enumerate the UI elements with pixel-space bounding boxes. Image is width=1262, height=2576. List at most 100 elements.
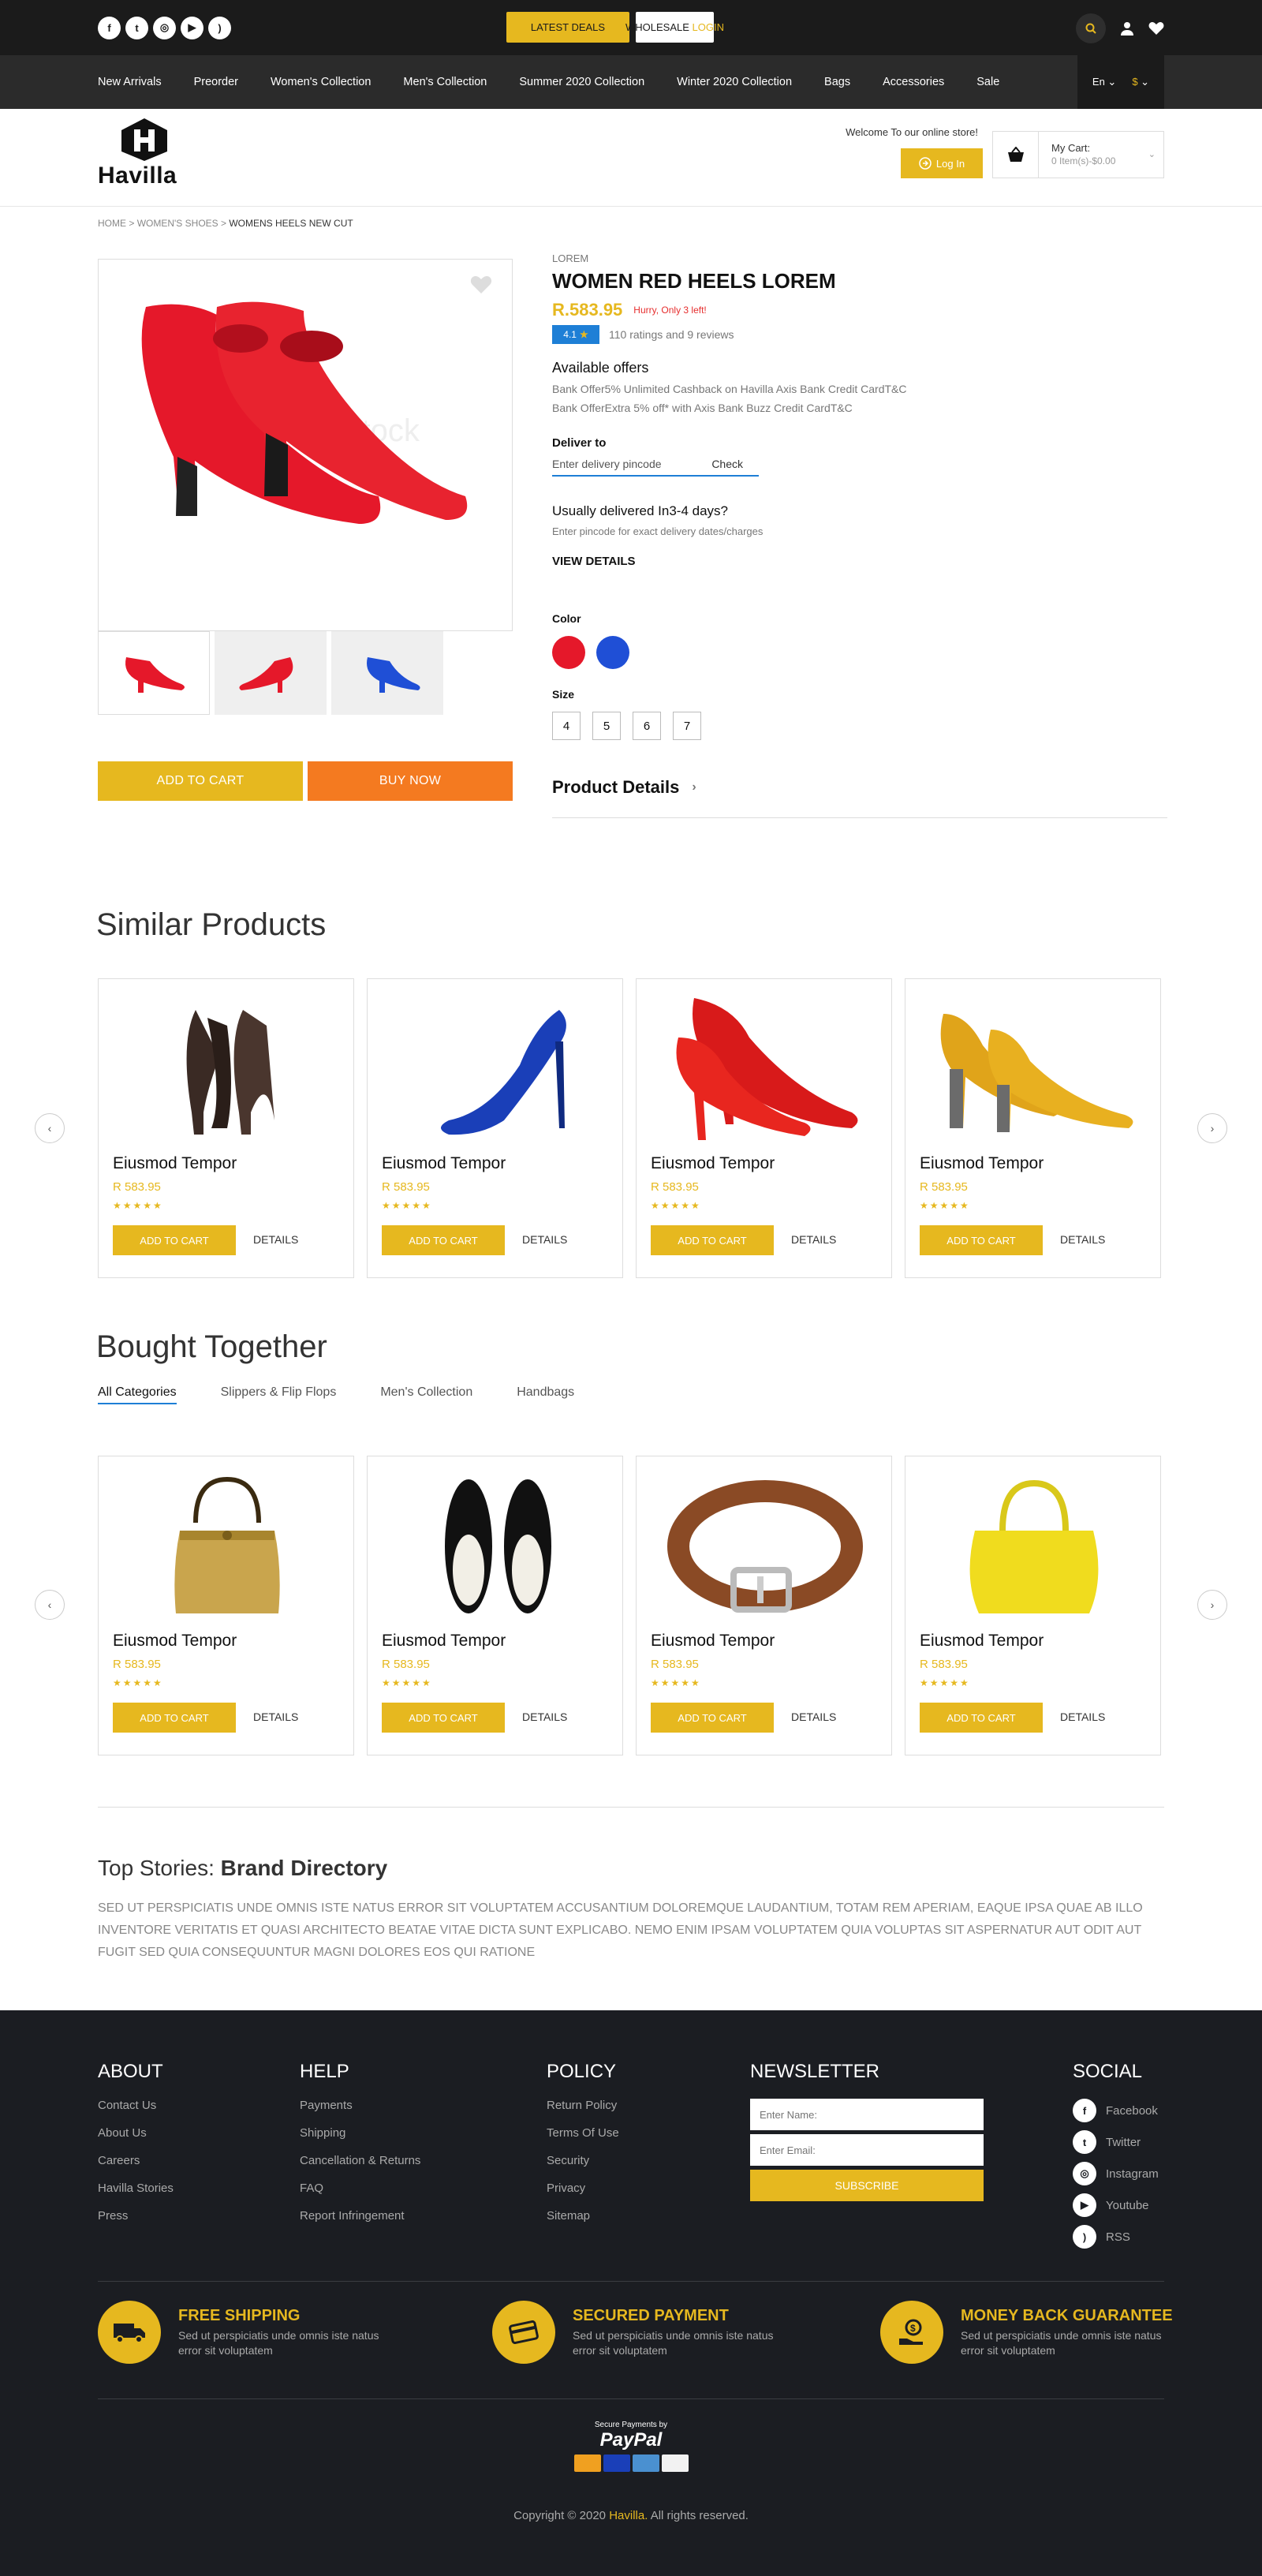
nav-sale[interactable]: Sale	[976, 76, 999, 88]
twitter-icon[interactable]: t	[125, 16, 148, 39]
product-card[interactable]: Eiusmod Tempor R 583.95 ★★★★★ ADD TO CAR…	[367, 1456, 623, 1755]
subscribe-button[interactable]: SUBSCRIBE	[750, 2170, 984, 2201]
social-youtube[interactable]: ▶ Youtube	[1073, 2193, 1159, 2217]
details-link[interactable]: DETAILS	[522, 1710, 567, 1723]
footer-link[interactable]: Cancellation & Returns	[300, 2154, 420, 2167]
product-name[interactable]: Eiusmod Tempor	[382, 1632, 506, 1651]
footer-link[interactable]: Press	[98, 2209, 174, 2223]
social-twitter[interactable]: t Twitter	[1073, 2130, 1159, 2154]
footer-link[interactable]: Return Policy	[547, 2099, 619, 2112]
user-icon[interactable]	[1120, 21, 1134, 36]
product-card[interactable]: Eiusmod Tempor R 583.95 ★★★★★ ADD TO CAR…	[636, 978, 892, 1278]
breadcrumb-section[interactable]: WOMEN'S SHOES	[137, 218, 218, 229]
rss-icon[interactable]: )	[208, 16, 231, 39]
footer-link[interactable]: Havilla Stories	[98, 2182, 174, 2195]
havilla-logo[interactable]: Havilla	[98, 117, 192, 189]
product-card[interactable]: Eiusmod Tempor R 583.95 ★★★★★ ADD TO CAR…	[98, 1456, 354, 1755]
currency-select[interactable]: $ ⌄	[1132, 76, 1149, 88]
tab-slippers[interactable]: Slippers & Flip Flops	[221, 1385, 337, 1404]
nav-womens-collection[interactable]: Women's Collection	[271, 76, 371, 88]
footer-link[interactable]: Contact Us	[98, 2099, 174, 2112]
footer-link[interactable]: Payments	[300, 2099, 420, 2112]
newsletter-name-input[interactable]	[750, 2099, 984, 2130]
thumbnail-blue[interactable]	[331, 631, 443, 715]
footer-link[interactable]: About Us	[98, 2126, 174, 2140]
wholesale-login-button[interactable]: WHOLESALE LOGIN	[625, 12, 724, 43]
add-to-cart-button[interactable]: ADD TO CART	[382, 1225, 505, 1255]
youtube-icon[interactable]: ▶	[181, 16, 203, 39]
tab-all-categories[interactable]: All Categories	[98, 1385, 177, 1404]
heart-icon[interactable]	[1148, 21, 1164, 36]
details-link[interactable]: DETAILS	[253, 1710, 298, 1723]
add-to-cart-button[interactable]: ADD TO CART	[920, 1225, 1043, 1255]
facebook-icon[interactable]: f	[98, 16, 121, 39]
footer-link[interactable]: Security	[547, 2154, 619, 2167]
details-link[interactable]: DETAILS	[791, 1233, 836, 1246]
product-name[interactable]: Eiusmod Tempor	[651, 1632, 775, 1651]
nav-new-arrivals[interactable]: New Arrivals	[98, 76, 162, 88]
footer-link[interactable]: Report Infringement	[300, 2209, 420, 2223]
instagram-icon[interactable]: ◎	[153, 16, 176, 39]
search-button[interactable]	[1076, 13, 1106, 43]
product-name[interactable]: Eiusmod Tempor	[920, 1154, 1044, 1173]
color-swatch-blue[interactable]	[596, 636, 629, 669]
color-swatch-red[interactable]	[552, 636, 585, 669]
add-to-cart-button[interactable]: ADD TO CART	[98, 761, 303, 801]
thumbnail-red-1[interactable]	[98, 631, 210, 715]
product-name[interactable]: Eiusmod Tempor	[382, 1154, 506, 1173]
footer-link[interactable]: FAQ	[300, 2182, 420, 2195]
newsletter-email-input[interactable]	[750, 2134, 984, 2166]
footer-link[interactable]: Careers	[98, 2154, 174, 2167]
product-name[interactable]: Eiusmod Tempor	[651, 1154, 775, 1173]
add-to-cart-button[interactable]: ADD TO CART	[113, 1703, 236, 1733]
tab-handbags[interactable]: Handbags	[517, 1385, 574, 1404]
product-card[interactable]: Eiusmod Tempor R 583.95 ★★★★★ ADD TO CAR…	[367, 978, 623, 1278]
login-button[interactable]: Log In	[901, 148, 983, 178]
view-details-link[interactable]: VIEW DETAILS	[552, 555, 1167, 568]
bought-prev-arrow[interactable]: ‹	[35, 1590, 65, 1620]
tab-mens-collection[interactable]: Men's Collection	[380, 1385, 472, 1404]
footer-link[interactable]: Shipping	[300, 2126, 420, 2140]
nav-preorder[interactable]: Preorder	[194, 76, 238, 88]
details-link[interactable]: DETAILS	[253, 1233, 298, 1246]
product-card[interactable]: Eiusmod Tempor R 583.95 ★★★★★ ADD TO CAR…	[98, 978, 354, 1278]
nav-winter-2020[interactable]: Winter 2020 Collection	[677, 76, 792, 88]
size-option[interactable]: 6	[633, 712, 661, 740]
social-facebook[interactable]: f Facebook	[1073, 2099, 1159, 2122]
add-to-cart-button[interactable]: ADD TO CART	[382, 1703, 505, 1733]
mini-cart[interactable]: My Cart: 0 Item(s)-$0.00 ⌄	[992, 131, 1164, 178]
footer-link[interactable]: Privacy	[547, 2182, 619, 2195]
latest-deals-button[interactable]: LATEST DEALS	[506, 12, 629, 43]
breadcrumb-home[interactable]: HOME	[98, 218, 126, 229]
product-name[interactable]: Eiusmod Tempor	[920, 1632, 1044, 1651]
pincode-field[interactable]: Enter delivery pincode Check	[552, 458, 759, 477]
wishlist-heart-icon[interactable]	[470, 275, 492, 294]
pincode-check-button[interactable]: Check	[711, 458, 743, 470]
product-card[interactable]: Eiusmod Tempor R 583.95 ★★★★★ ADD TO CAR…	[636, 1456, 892, 1755]
social-rss[interactable]: ) RSS	[1073, 2225, 1159, 2249]
product-name[interactable]: Eiusmod Tempor	[113, 1632, 237, 1651]
language-select[interactable]: En ⌄	[1092, 76, 1116, 88]
product-details-toggle[interactable]: Product Details ›	[552, 777, 1167, 818]
social-instagram[interactable]: ◎ Instagram	[1073, 2162, 1159, 2185]
nav-accessories[interactable]: Accessories	[883, 76, 944, 88]
copyright-brand[interactable]: Havilla.	[609, 2509, 648, 2522]
nav-bags[interactable]: Bags	[824, 76, 850, 88]
add-to-cart-button[interactable]: ADD TO CART	[113, 1225, 236, 1255]
buy-now-button[interactable]: BUY NOW	[308, 761, 513, 801]
product-card[interactable]: Eiusmod Tempor R 583.95 ★★★★★ ADD TO CAR…	[905, 1456, 1161, 1755]
thumbnail-red-2[interactable]	[215, 631, 327, 715]
bought-next-arrow[interactable]: ›	[1197, 1590, 1227, 1620]
size-option[interactable]: 4	[552, 712, 581, 740]
details-link[interactable]: DETAILS	[791, 1710, 836, 1723]
product-card[interactable]: Eiusmod Tempor R 583.95 ★★★★★ ADD TO CAR…	[905, 978, 1161, 1278]
similar-next-arrow[interactable]: ›	[1197, 1113, 1227, 1143]
size-option[interactable]: 5	[592, 712, 621, 740]
details-link[interactable]: DETAILS	[1060, 1710, 1105, 1723]
similar-prev-arrow[interactable]: ‹	[35, 1113, 65, 1143]
product-name[interactable]: Eiusmod Tempor	[113, 1154, 237, 1173]
footer-link[interactable]: Sitemap	[547, 2209, 619, 2223]
add-to-cart-button[interactable]: ADD TO CART	[651, 1703, 774, 1733]
size-option[interactable]: 7	[673, 712, 701, 740]
nav-mens-collection[interactable]: Men's Collection	[403, 76, 487, 88]
